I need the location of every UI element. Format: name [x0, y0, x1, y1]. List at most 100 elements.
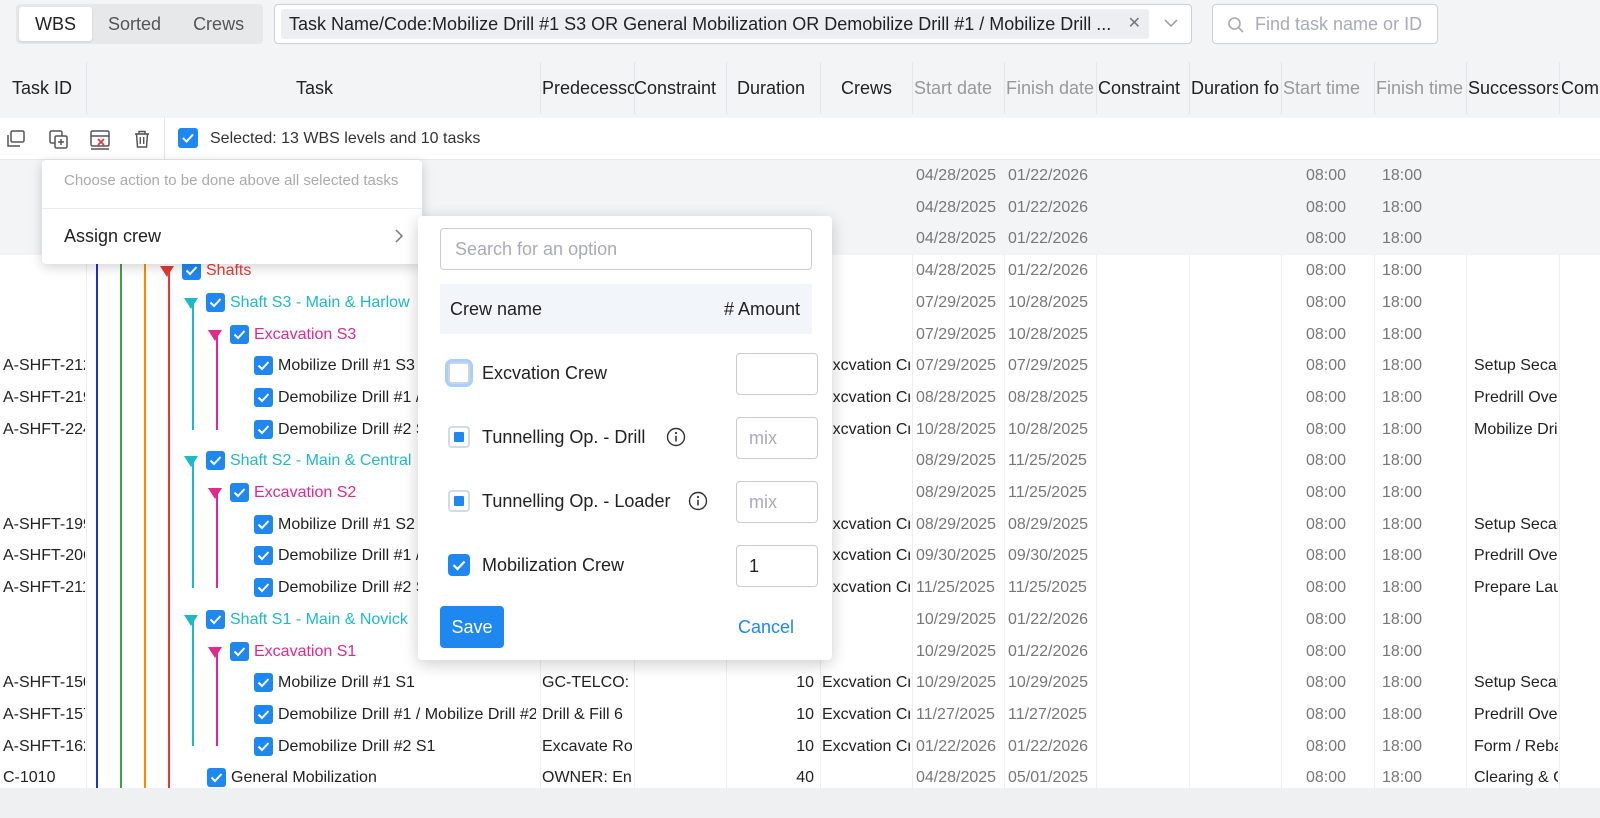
select-all-checkbox[interactable] [178, 128, 198, 148]
check-icon [233, 329, 246, 339]
crew-checkbox[interactable] [448, 426, 470, 448]
col-constraint-2[interactable]: Constraint [1098, 62, 1188, 114]
info-icon[interactable] [688, 491, 708, 511]
row-checkbox[interactable] [230, 324, 249, 344]
collapse-triangle-icon[interactable] [208, 646, 222, 658]
task-id-cell: A-SHFT-224 [3, 420, 85, 438]
successors-cell: Predrill Over [1474, 547, 1558, 565]
col-task[interactable]: Task [296, 62, 356, 114]
crew-amount-header: # Amount [723, 299, 800, 319]
save-button[interactable]: Save [440, 606, 504, 648]
successors-cell: Predrill Over [1474, 388, 1558, 406]
successors-cell [1474, 477, 1558, 509]
col-duration-fo[interactable]: Duration fo [1191, 62, 1281, 114]
finish-time-cell: 18:00 [1382, 167, 1423, 184]
tree-line [192, 461, 194, 588]
finish-date-cell: 10/28/2025 [1008, 325, 1089, 343]
row-checkbox[interactable] [254, 419, 273, 439]
col-successors[interactable]: Successors [1468, 62, 1558, 114]
finish-date-cell: 11/25/2025 [1008, 484, 1087, 501]
row-checkbox[interactable] [207, 768, 226, 788]
crew-checkbox[interactable] [448, 490, 470, 512]
crew-checkbox[interactable] [448, 554, 470, 576]
column-header: Task ID Task Predecesso Constraint Durat… [0, 62, 1600, 114]
row-checkbox[interactable] [230, 483, 249, 502]
col-task-id[interactable]: Task ID [12, 62, 86, 114]
row-checkbox[interactable] [254, 578, 273, 598]
start-date-cell: 10/29/2025 [916, 610, 997, 628]
collapse-triangle-icon[interactable] [184, 297, 198, 309]
check-icon [257, 520, 270, 530]
successors-cell [1474, 255, 1558, 287]
successors-cell: Setup Secant [1474, 674, 1558, 692]
row-checkbox[interactable] [254, 736, 273, 756]
col-start-time[interactable]: Start time [1283, 62, 1373, 114]
row-checkbox[interactable] [206, 292, 225, 312]
task-search-input[interactable] [1255, 11, 1433, 37]
copy-icon[interactable] [5, 128, 27, 150]
assign-crew-item[interactable]: Assign crew [42, 209, 422, 264]
start-date-cell: 08/29/2025 [916, 484, 997, 501]
check-icon [209, 298, 222, 308]
crews-cell [822, 223, 910, 255]
table-row[interactable]: A-SHFT-150 Mobilize Drill #1 S1 GC-TELCO: 1… [0, 667, 1600, 699]
row-checkbox[interactable] [254, 546, 273, 566]
start-time-cell: 08:00 [1306, 262, 1347, 280]
view-wbs[interactable]: WBS [19, 7, 93, 41]
chevron-right-icon [395, 229, 404, 243]
view-crews[interactable]: Crews [177, 7, 260, 41]
crew-amount-input[interactable] [736, 481, 818, 523]
row-checkbox[interactable] [206, 609, 225, 629]
col-start-date[interactable]: Start date [914, 62, 1004, 114]
table-row[interactable]: A-SHFT-162 Demobilize Drill #2 S1 Excavate… [0, 731, 1600, 763]
collapse-triangle-icon[interactable] [208, 329, 222, 341]
trash-icon[interactable] [131, 128, 153, 150]
collapse-triangle-icon[interactable] [184, 456, 198, 468]
finish-date-cell: 10/28/2025 [1008, 293, 1089, 311]
row-checkbox[interactable] [254, 704, 273, 724]
predecessors-cell: GC-TELCO: [542, 674, 630, 692]
duplicate-icon[interactable] [47, 128, 69, 150]
crew-checkbox[interactable] [448, 362, 470, 384]
collapse-triangle-icon[interactable] [160, 266, 174, 278]
crews-cell [822, 192, 910, 224]
assign-crew-label: Assign crew [64, 226, 162, 246]
filter-box[interactable]: Task Name/Code:Mobilize Drill #1 S3 OR G… [274, 4, 1192, 44]
row-checkbox[interactable] [230, 641, 249, 661]
remove-filter-icon[interactable]: ✕ [1128, 9, 1141, 39]
crews-cell [822, 445, 910, 477]
task-id-cell [3, 636, 85, 668]
start-date-cell: 04/28/2025 [916, 198, 997, 216]
clear-crew-icon[interactable] [89, 128, 111, 150]
row-checkbox[interactable] [254, 387, 273, 407]
col-comments[interactable]: Com [1561, 62, 1600, 114]
col-finish-date[interactable]: Finish date [1006, 62, 1096, 114]
row-checkbox[interactable] [254, 514, 273, 534]
crew-row: Mobilization Crew [440, 534, 818, 596]
row-checkbox[interactable] [254, 356, 273, 376]
collapse-triangle-icon[interactable] [184, 614, 198, 626]
crew-amount-input[interactable] [736, 545, 818, 587]
check-icon [182, 133, 194, 143]
table-row[interactable]: A-SHFT-157 Demobilize Drill #1 / Mobilize… [0, 699, 1600, 731]
info-icon[interactable] [666, 427, 686, 447]
col-predecessors[interactable]: Predecesso [542, 62, 634, 114]
col-duration[interactable]: Duration [737, 62, 821, 114]
row-checkbox[interactable] [254, 673, 273, 693]
col-crews[interactable]: Crews [841, 62, 905, 114]
finish-time-cell: 18:00 [1382, 230, 1423, 248]
crew-amount-input[interactable] [736, 353, 818, 395]
crew-amount-input[interactable] [736, 417, 818, 459]
crew-search-input[interactable] [440, 228, 812, 270]
chevron-down-icon[interactable] [1163, 15, 1179, 31]
cancel-button[interactable]: Cancel [730, 606, 802, 648]
col-finish-time[interactable]: Finish time [1376, 62, 1466, 114]
row-checkbox[interactable] [206, 451, 225, 471]
finish-time-cell: 18:00 [1382, 388, 1423, 406]
tree-line [216, 650, 218, 746]
successors-cell: Setup Secant [1474, 357, 1558, 375]
start-time-cell: 08:00 [1306, 452, 1347, 470]
collapse-triangle-icon[interactable] [208, 488, 222, 499]
view-sorted[interactable]: Sorted [92, 7, 177, 41]
col-constraint[interactable]: Constraint [634, 62, 726, 114]
